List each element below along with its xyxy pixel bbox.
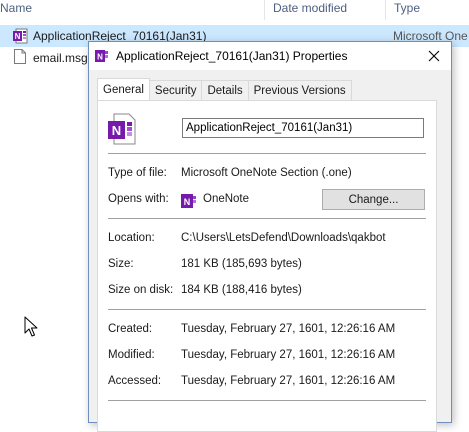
onenote-file-icon: N: [108, 113, 136, 145]
properties-dialog: N ApplicationReject_70161(Jan31) Propert…: [88, 41, 452, 432]
tab-previous-versions[interactable]: Previous Versions: [247, 80, 352, 100]
onenote-icon: N: [181, 194, 196, 208]
onenote-file-icon: N: [13, 28, 28, 44]
mouse-pointer-icon: [24, 316, 38, 337]
column-divider[interactable]: [264, 0, 265, 20]
tab-security[interactable]: Security: [148, 80, 203, 100]
dialog-title: ApplicationReject_70161(Jan31) Propertie…: [116, 49, 348, 63]
accessed-label: Accessed:: [108, 375, 162, 387]
close-icon: [428, 50, 440, 62]
accessed-value: Tuesday, February 27, 1601, 12:26:16 AM: [181, 375, 396, 387]
tab-general[interactable]: General: [97, 78, 150, 100]
document-icon: [14, 49, 26, 64]
size-value: 181 KB (185,693 bytes): [181, 258, 302, 270]
divider: [108, 309, 426, 310]
tab-details[interactable]: Details: [201, 80, 249, 100]
column-divider[interactable]: [385, 0, 386, 20]
dialog-titlebar[interactable]: N ApplicationReject_70161(Jan31) Propert…: [89, 42, 451, 70]
type-of-file-label: Type of file:: [108, 167, 167, 179]
created-label: Created:: [108, 323, 153, 335]
general-tab-panel: N Type of file: Microsoft OneNote Sectio…: [97, 100, 437, 432]
column-header-date-modified[interactable]: Date modified: [273, 0, 347, 20]
divider: [108, 400, 426, 401]
file-name: email.msg: [33, 51, 88, 65]
svg-text:N: N: [112, 123, 121, 138]
divider: [108, 218, 426, 219]
created-value: Tuesday, February 27, 1601, 12:26:16 AM: [181, 323, 396, 335]
column-header-name[interactable]: Name: [0, 0, 32, 20]
modified-label: Modified:: [108, 349, 155, 361]
opens-with-label: Opens with:: [108, 193, 169, 205]
modified-value: Tuesday, February 27, 1601, 12:26:16 AM: [181, 349, 396, 361]
size-label: Size:: [108, 258, 134, 270]
file-name-input[interactable]: [182, 118, 424, 138]
tab-strip: General Security Details Previous Versio…: [97, 78, 352, 100]
opens-with-value: OneNote: [203, 193, 250, 205]
size-on-disk-label: Size on disk:: [108, 284, 174, 296]
column-header-type[interactable]: Type: [394, 0, 420, 20]
onenote-icon: N: [95, 50, 108, 62]
svg-text:N: N: [15, 32, 21, 41]
svg-text:N: N: [97, 53, 103, 62]
location-label: Location:: [108, 232, 155, 244]
close-button[interactable]: [417, 42, 451, 70]
divider: [108, 153, 426, 154]
location-value: C:\Users\LetsDefend\Downloads\qakbot: [181, 232, 386, 244]
svg-text:N: N: [184, 197, 191, 207]
size-on-disk-value: 184 KB (188,416 bytes): [181, 284, 302, 296]
change-button[interactable]: Change...: [322, 189, 425, 210]
type-of-file-value: Microsoft OneNote Section (.one): [181, 167, 352, 179]
